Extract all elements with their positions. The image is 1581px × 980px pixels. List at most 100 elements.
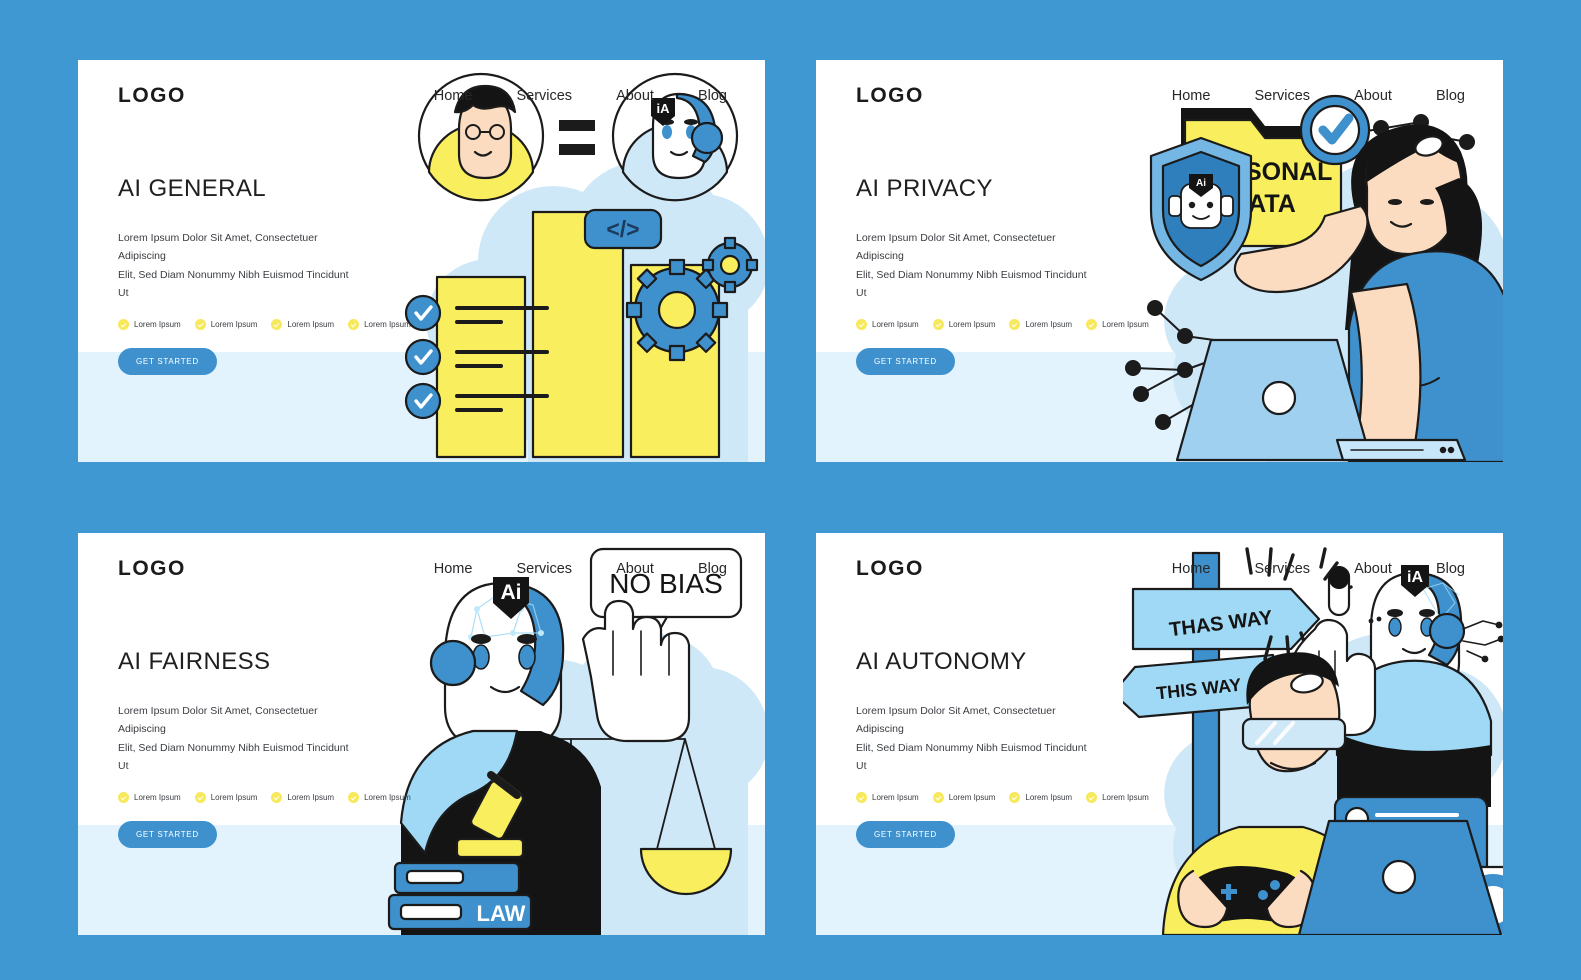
feature-bullet: Lorem Ipsum [194,318,258,330]
feature-bullet-label: Lorem Ipsum [948,319,996,329]
shield-ai-badge-text: Ai [1196,178,1206,189]
check-circle-icon [271,318,283,330]
nav-item-services[interactable]: Services [1254,88,1310,104]
hero-subtitle: Lorem Ipsum Dolor Sit Amet, Consectetuer… [118,229,358,303]
nav-item-home[interactable]: Home [1172,561,1211,577]
hero-copy: AI PRIVACY Lorem Ipsum Dolor Sit Amet, C… [856,175,1176,375]
nav-item-blog[interactable]: Blog [698,561,727,577]
feature-bullets: Lorem Ipsum Lorem Ipsum Lorem Ipsum Lore… [118,791,438,803]
feature-bullet: Lorem Ipsum [1086,791,1149,803]
logo[interactable]: LOGO [856,557,924,581]
feature-bullet-label: Lorem Ipsum [210,319,258,329]
nav-item-home[interactable]: Home [1172,88,1211,104]
page-title: AI PRIVACY [856,175,993,202]
feature-bullet-label: Lorem Ipsum [210,792,258,802]
page-title: AI FAIRNESS [118,648,271,675]
feature-bullet-label: Lorem Ipsum [364,792,411,802]
code-badge-text: </> [606,216,639,242]
nav-item-about[interactable]: About [616,88,654,104]
check-circle-icon [856,791,867,803]
feature-bullets: Lorem Ipsum Lorem Ipsum Lorem Ipsum Lore… [856,318,1176,330]
feature-bullet: Lorem Ipsum [856,318,919,330]
nav-item-blog[interactable]: Blog [1436,88,1465,104]
subtitle-line-1: Lorem Ipsum Dolor Sit Amet, Consectetuer… [118,232,318,263]
hero-subtitle: Lorem Ipsum Dolor Sit Amet, Consectetuer… [856,229,1096,303]
check-circle-icon [932,791,944,803]
feature-bullet-label: Lorem Ipsum [134,319,181,329]
subtitle-line-2: Elit, Sed Diam Nonummy Nibh Euismod Tinc… [856,268,1087,300]
subtitle-line-2: Elit, Sed Diam Nonummy Nibh Euismod Tinc… [118,268,349,300]
feature-bullet-label: Lorem Ipsum [1102,792,1149,802]
logo[interactable]: LOGO [118,557,186,581]
nav-item-services[interactable]: Services [1254,561,1310,577]
feature-bullet-label: Lorem Ipsum [948,792,996,802]
nav-item-home[interactable]: Home [434,88,473,104]
get-started-button[interactable]: GET STARTED [118,820,217,848]
feature-bullet-label: Lorem Ipsum [287,792,335,802]
nav-item-about[interactable]: About [1354,561,1392,577]
check-circle-icon [1086,318,1098,330]
feature-bullet-label: Lorem Ipsum [287,319,335,329]
check-circle-icon [856,318,867,330]
feature-bullet: Lorem Ipsum [348,318,411,330]
nav-item-services[interactable]: Services [516,561,572,577]
nav-item-about[interactable]: About [1354,88,1392,104]
main-nav: Home Services About Blog [1172,561,1465,577]
subtitle-line-2: Elit, Sed Diam Nonummy Nibh Euismod Tinc… [118,741,349,773]
feature-bullet: Lorem Ipsum [932,318,996,330]
feature-bullet: Lorem Ipsum [348,791,411,803]
get-started-button[interactable]: GET STARTED [856,820,955,848]
main-nav: Home Services About Blog [1172,88,1465,104]
feature-bullet: Lorem Ipsum [1009,791,1073,803]
logo[interactable]: LOGO [118,84,186,108]
feature-bullet: Lorem Ipsum [271,791,335,803]
check-circle-icon [194,791,206,803]
hero-subtitle: Lorem Ipsum Dolor Sit Amet, Consectetuer… [118,702,358,776]
feature-bullet: Lorem Ipsum [271,318,335,330]
feature-bullets: Lorem Ipsum Lorem Ipsum Lorem Ipsum Lore… [856,791,1176,803]
feature-bullet-label: Lorem Ipsum [364,319,411,329]
check-circle-icon [194,318,206,330]
panel-header: LOGO Home Services About Blog [78,60,765,132]
panel-ai-privacy: LOGO Home Services About Blog AI PRIVACY… [816,60,1503,462]
feature-bullet-label: Lorem Ipsum [1025,792,1073,802]
hero-copy: AI FAIRNESS Lorem Ipsum Dolor Sit Amet, … [118,648,438,848]
check-circle-icon [348,791,360,803]
panel-ai-general: LOGO Home Services About Blog AI GENERAL… [78,60,765,462]
law-book-label-text: LAW [477,901,526,926]
nav-item-blog[interactable]: Blog [698,88,727,104]
feature-bullet: Lorem Ipsum [1009,318,1072,330]
panel-ai-autonomy: LOGO Home Services About Blog AI AUTONOM… [816,533,1503,935]
landing-page-set: LOGO Home Services About Blog AI GENERAL… [78,60,1503,935]
check-circle-icon [271,791,283,803]
check-circle-icon [118,318,129,330]
logo[interactable]: LOGO [856,84,924,108]
feature-bullet-label: Lorem Ipsum [134,792,181,802]
feature-bullet: Lorem Ipsum [118,791,181,803]
check-circle-icon [348,318,360,330]
page-title: AI GENERAL [118,175,267,202]
nav-item-home[interactable]: Home [434,561,473,577]
nav-item-about[interactable]: About [616,561,654,577]
check-circle-icon [932,318,944,330]
get-started-button[interactable]: GET STARTED [856,347,955,375]
panel-header: LOGO Home Services About Blog [816,533,1503,605]
feature-bullet-label: Lorem Ipsum [872,319,919,329]
nav-item-blog[interactable]: Blog [1436,561,1465,577]
nav-item-services[interactable]: Services [516,88,572,104]
check-circle-icon [118,791,129,803]
feature-bullet: Lorem Ipsum [856,791,919,803]
feature-bullet-label: Lorem Ipsum [872,792,919,802]
check-circle-icon [1086,791,1098,803]
main-nav: Home Services About Blog [434,88,727,104]
subtitle-line-1: Lorem Ipsum Dolor Sit Amet, Consectetuer… [856,705,1056,736]
panel-header: LOGO Home Services About Blog [816,60,1503,132]
hero-copy: AI AUTONOMY Lorem Ipsum Dolor Sit Amet, … [856,648,1176,848]
check-circle-icon [1009,318,1021,330]
panel-ai-fairness: LOGO Home Services About Blog AI FAIRNES… [78,533,765,935]
hero-subtitle: Lorem Ipsum Dolor Sit Amet, Consectetuer… [856,702,1096,776]
subtitle-line-2: Elit, Sed Diam Nonummy Nibh Euismod Tinc… [856,741,1087,773]
subtitle-line-1: Lorem Ipsum Dolor Sit Amet, Consectetuer… [118,705,318,736]
main-nav: Home Services About Blog [434,561,727,577]
get-started-button[interactable]: GET STARTED [118,347,217,375]
